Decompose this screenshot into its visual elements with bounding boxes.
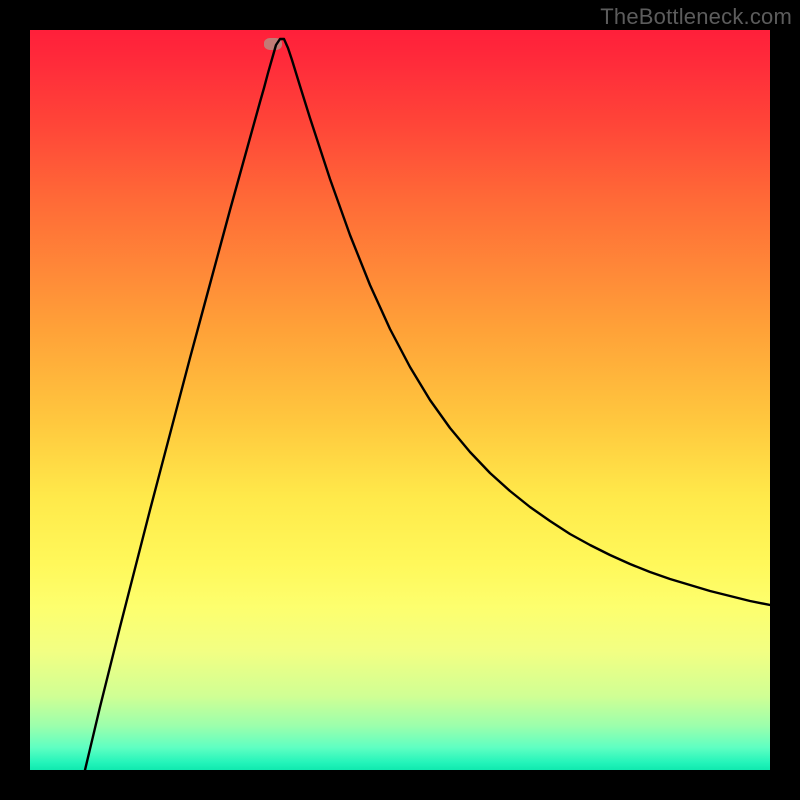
bottleneck-curve [30, 30, 770, 770]
plot-area [30, 30, 770, 770]
curve-path [85, 39, 770, 770]
chart-frame: TheBottleneck.com [0, 0, 800, 800]
watermark-text: TheBottleneck.com [600, 4, 792, 30]
